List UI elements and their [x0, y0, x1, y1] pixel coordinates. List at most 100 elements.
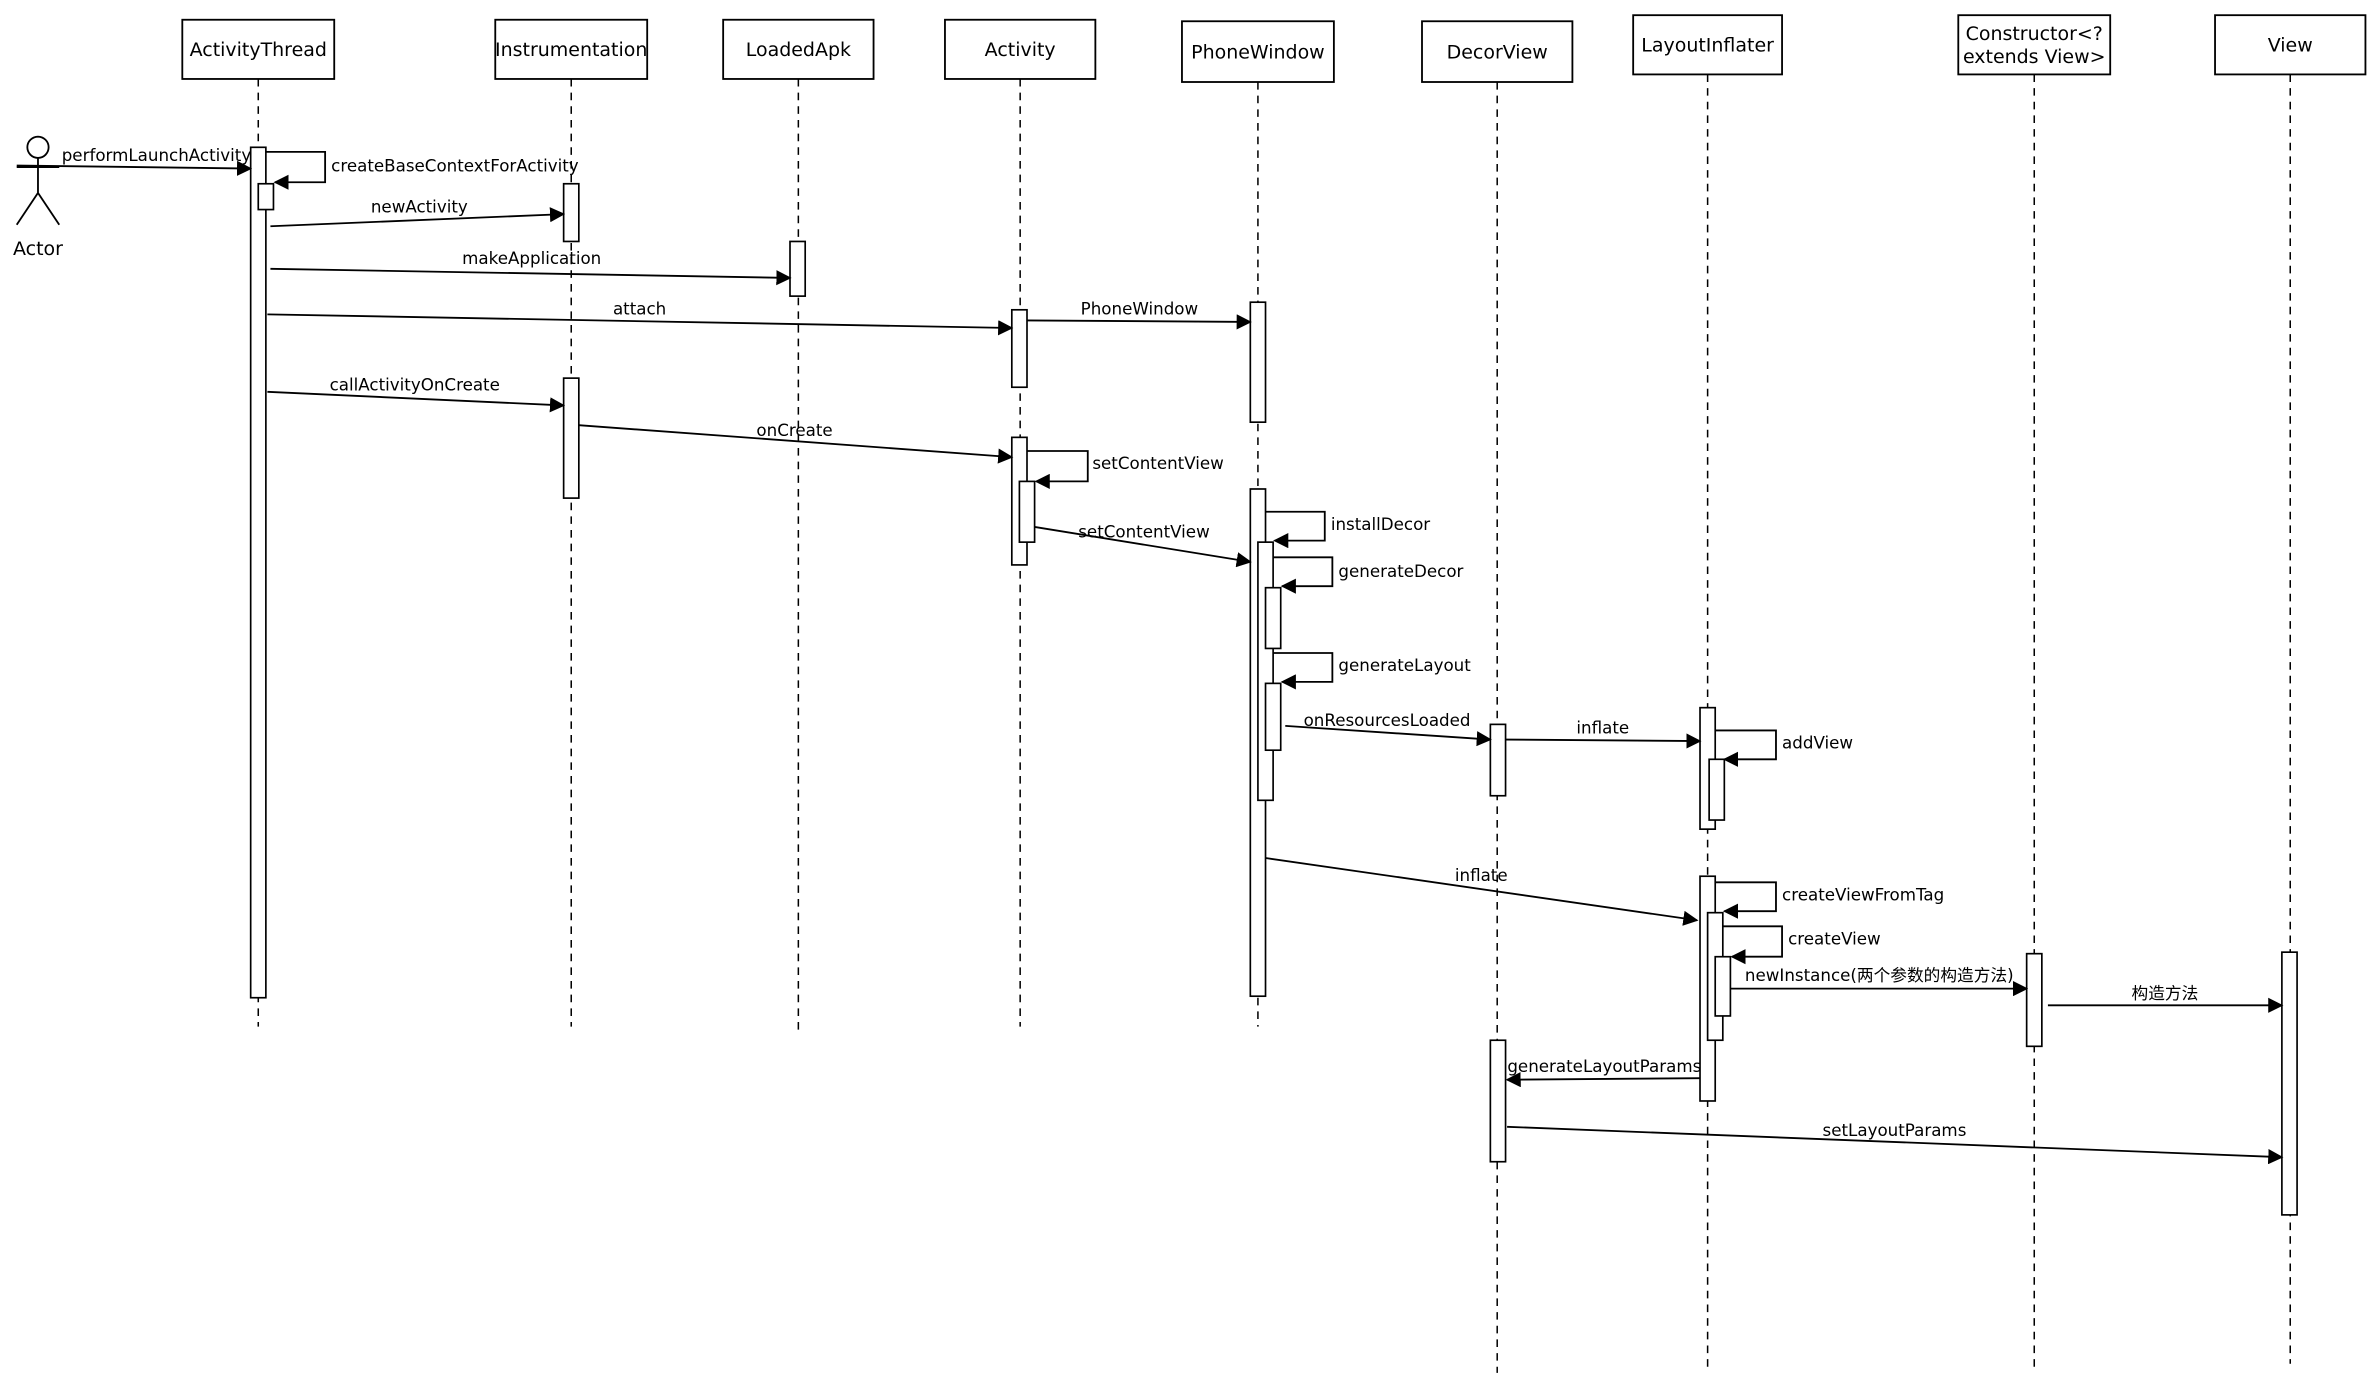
message-label: onCreate — [756, 420, 832, 440]
actor: Actor — [13, 135, 63, 260]
participant-label: Instrumentation — [495, 39, 647, 61]
message-call: newInstance(两个参数的构造方法) — [1730, 965, 2029, 997]
activation-bar — [1264, 682, 1282, 752]
participant-label: LoadedApk — [746, 39, 851, 61]
message-self-call: setContentView — [1027, 450, 1224, 489]
activation-bar — [2025, 952, 2043, 1048]
message-label: inflate — [1576, 717, 1629, 737]
participant-activity: Activity — [944, 18, 1097, 80]
message-call: onCreate — [578, 420, 1014, 464]
activation-bar — [1489, 723, 1507, 797]
message-label: addView — [1782, 733, 1853, 753]
participant-phone-window: PhoneWindow — [1181, 20, 1335, 83]
message-self-call: createViewFromTag — [1715, 881, 1944, 919]
message-call: inflate — [1265, 857, 1699, 926]
sequence-diagram: ActivityThread Instrumentation LoadedApk Ac… — [13, 14, 2367, 1373]
message-self-call: generateLayout — [1273, 652, 1471, 690]
message-self-call: createBaseContextForActivity — [265, 150, 579, 190]
activation-bar — [257, 182, 275, 211]
activation-bar — [2281, 951, 2298, 1216]
self-message-arrow — [265, 150, 327, 190]
participant-label: View — [2268, 35, 2313, 57]
message-call: callActivityOnCreate — [267, 374, 566, 413]
message-call: inflate — [1505, 717, 1702, 749]
participant-label: DecorView — [1447, 41, 1548, 63]
self-message-arrow — [1715, 729, 1777, 767]
message-label: setLayoutParams — [1823, 1120, 1967, 1140]
message-label: PhoneWindow — [1081, 298, 1199, 318]
message-call: 构造方法 — [2047, 983, 2284, 1013]
message-call: attach — [267, 298, 1014, 336]
activation-bar — [1257, 541, 1274, 802]
self-message-arrow — [1273, 652, 1334, 690]
message-label: setContentView — [1078, 522, 1210, 542]
actor-label: Actor — [13, 238, 63, 260]
message-call: makeApplication — [270, 248, 792, 286]
message-label: inflate — [1455, 865, 1508, 885]
activation-bar — [1018, 480, 1036, 543]
message-call: setContentView — [1034, 522, 1252, 568]
participant-decor-view: DecorView — [1421, 20, 1574, 83]
message-call: newActivity — [270, 197, 566, 228]
participant-activity-thread: ActivityThread — [181, 18, 336, 80]
participant-loaded-apk: LoadedApk — [722, 18, 875, 80]
message-label: generateLayoutParams — [1507, 1056, 1701, 1076]
participant-label: extends View> — [1963, 46, 2106, 68]
message-self-call: addView — [1715, 729, 1853, 767]
activation-bar — [1249, 301, 1267, 424]
message-call: generateLayoutParams — [1505, 1056, 1701, 1088]
activation-bar — [562, 182, 580, 243]
self-message-arrow — [1027, 450, 1089, 489]
actor-right-leg — [37, 192, 61, 226]
message-arrow — [1505, 1072, 1701, 1088]
activation-bar — [789, 240, 807, 297]
actor-left-leg — [15, 192, 39, 226]
message-arrow — [1026, 314, 1252, 330]
message-label: createBaseContextForActivity — [331, 156, 579, 176]
activation-bar — [1264, 586, 1282, 650]
message-arrow — [270, 267, 792, 286]
activation-bar — [249, 146, 267, 999]
activation-bar — [1708, 758, 1726, 821]
actor-head-icon — [26, 135, 50, 159]
participant-label: Constructor<? — [1966, 23, 2103, 45]
message-label: onResourcesLoaded — [1304, 710, 1471, 730]
message-arrow — [1505, 733, 1702, 749]
message-label: createViewFromTag — [1782, 885, 1944, 905]
participant-layout-inflater: LayoutInflater — [1632, 14, 1783, 76]
message-self-call: createView — [1722, 925, 1881, 965]
activation-bar — [562, 377, 580, 499]
message-label: generateDecor — [1338, 561, 1463, 581]
message-label: callActivityOnCreate — [330, 374, 500, 394]
message-label: setContentView — [1092, 453, 1224, 473]
participant-instrumentation: Instrumentation — [494, 18, 649, 80]
participant-constructor: Constructor<?extends View> — [1957, 14, 2112, 76]
activation-bar — [1489, 1039, 1507, 1163]
message-label: createView — [1788, 929, 1881, 949]
message-call: setLayoutParams — [1507, 1120, 2284, 1165]
self-message-arrow — [1265, 510, 1326, 549]
message-call: PhoneWindow — [1026, 298, 1252, 330]
participant-label: Activity — [985, 39, 1056, 61]
participant-label: ActivityThread — [190, 39, 327, 61]
message-self-call: generateDecor — [1273, 556, 1464, 594]
participant-view: View — [2214, 14, 2367, 76]
message-call: performLaunchActivity — [16, 145, 253, 176]
message-label: generateLayout — [1338, 655, 1471, 675]
message-label: performLaunchActivity — [62, 145, 252, 165]
activation-bar — [1714, 955, 1732, 1017]
self-message-arrow — [1715, 881, 1777, 919]
message-label: makeApplication — [462, 248, 601, 268]
activation-bar — [1010, 308, 1028, 389]
self-message-arrow — [1273, 556, 1334, 594]
participant-label: LayoutInflater — [1641, 35, 1774, 57]
message-label: attach — [613, 298, 666, 318]
message-label: newInstance(两个参数的构造方法) — [1745, 965, 2014, 985]
participant-label: PhoneWindow — [1191, 41, 1325, 63]
message-call: onResourcesLoaded — [1285, 710, 1492, 747]
message-label: installDecor — [1331, 514, 1430, 534]
message-label: 构造方法 — [2132, 983, 2199, 1003]
message-self-call: installDecor — [1265, 510, 1430, 549]
message-label: newActivity — [371, 197, 468, 217]
self-message-arrow — [1722, 925, 1783, 965]
